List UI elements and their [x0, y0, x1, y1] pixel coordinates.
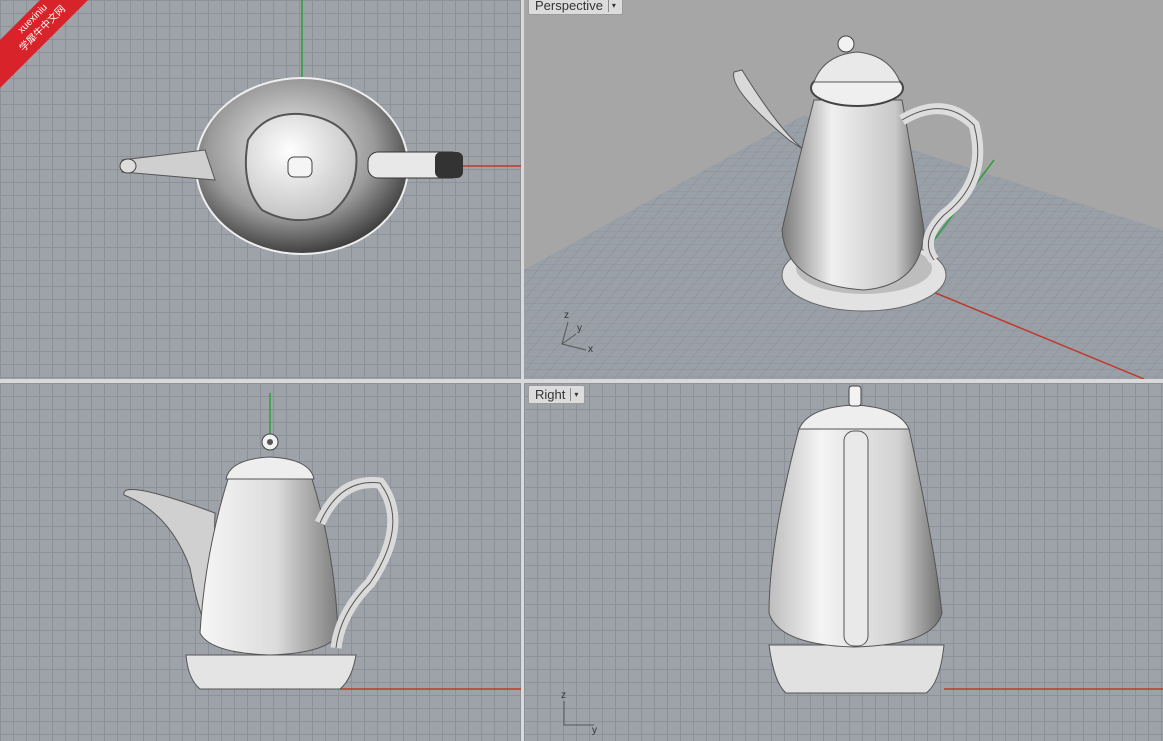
right-axis-z: z — [561, 690, 566, 701]
viewport-splitter-horizontal[interactable] — [0, 379, 1163, 383]
viewport-splitter-vertical[interactable] — [521, 0, 524, 741]
persp-axis-z: z — [564, 310, 569, 321]
persp-axis-x: x — [588, 344, 593, 355]
teapot-right-view: z y — [561, 385, 1163, 736]
persp-axis-y: y — [577, 323, 582, 334]
viewport-tab-label: Right — [535, 387, 566, 402]
viewport-tab-perspective[interactable]: Perspective ▾ — [528, 0, 623, 15]
viewport-tab-label: Perspective — [535, 0, 603, 13]
teapot-top-view — [119, 0, 521, 255]
teapot-front-view — [123, 393, 521, 690]
viewport-perspective[interactable]: z y x Perspective ▾ — [524, 0, 1163, 379]
viewport-right[interactable]: z y Right ▾ — [524, 383, 1163, 741]
chevron-down-icon[interactable]: ▾ — [607, 0, 619, 12]
right-axis-y: y — [592, 725, 597, 736]
viewport-front[interactable] — [0, 383, 521, 741]
viewport-tab-right[interactable]: Right ▾ — [528, 385, 586, 404]
chevron-down-icon[interactable]: ▾ — [570, 388, 581, 401]
viewport-top[interactable]: xuexiniu 学犀牛中文网 — [0, 0, 521, 379]
teapot-perspective-view: z y x — [524, 35, 1163, 379]
